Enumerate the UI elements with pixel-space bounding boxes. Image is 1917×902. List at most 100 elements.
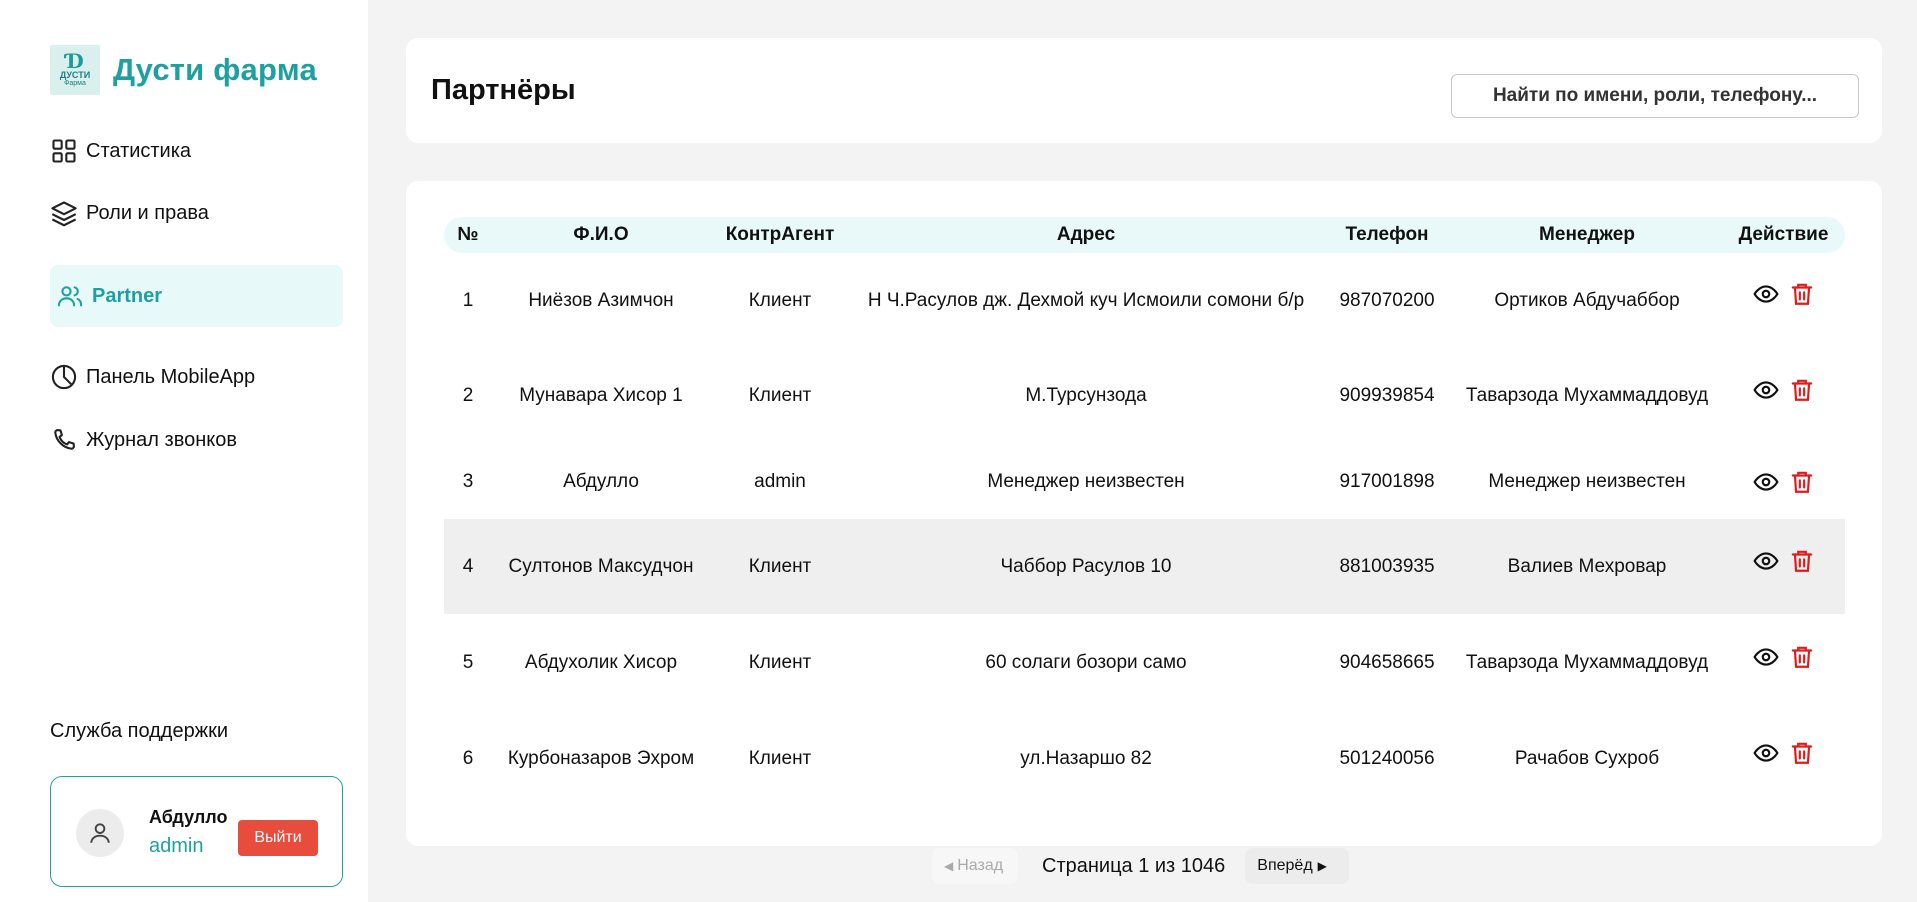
logo-mark-icon: Ɗ	[66, 49, 84, 73]
delete-trash-icon[interactable]	[1789, 644, 1815, 670]
cell-phone: 917001898	[1339, 471, 1435, 492]
partners-table-card: № Ф.И.О КонтрАгент Адрес Телефон Менедже…	[406, 181, 1882, 846]
triangle-right-icon: ▶	[1317, 859, 1327, 873]
layers-icon	[51, 201, 77, 227]
cell-type: Клиент	[710, 519, 850, 614]
table-row[interactable]: 3 Абдулло admin Менеджер неизвестен 9170…	[444, 444, 1845, 519]
column-header-phone: Телефон	[1322, 217, 1452, 253]
sidebar-item-partner[interactable]: Partner	[50, 265, 343, 327]
cell-name: Абдухолик Хисор	[524, 652, 678, 673]
cell-name: Мунавара Хисор 1	[519, 385, 683, 406]
delete-trash-icon[interactable]	[1789, 377, 1815, 403]
cell-address: ул.Назаршо 82	[1020, 748, 1152, 769]
partners-table: № Ф.И.О КонтрАгент Адрес Телефон Менедже…	[444, 217, 1845, 806]
cell-address: Н Ч.Расулов дж. Дехмой куч Исмоили сомон…	[867, 289, 1305, 311]
column-header-manager: Менеджер	[1452, 217, 1722, 253]
view-eye-icon[interactable]	[1752, 740, 1779, 766]
column-header-number: №	[444, 217, 492, 253]
cell-type: Клиент	[748, 748, 812, 769]
cell-manager: Рачабов Сухроб	[1514, 748, 1660, 769]
pagination: ◀ Назад Страница 1 из 1046 Вперёд ▶	[932, 848, 1350, 884]
sidebar-item-call-log[interactable]: Журнал звонков	[50, 426, 343, 454]
cell-actions	[1722, 347, 1845, 444]
cell-type: Клиент	[748, 385, 812, 406]
cell-actions	[1722, 444, 1845, 519]
cell-actions	[1722, 711, 1845, 806]
cell-number: 4	[444, 519, 492, 614]
sidebar-item-statistics[interactable]: Статистика	[50, 137, 343, 165]
prev-page-button[interactable]: ◀ Назад	[932, 848, 1018, 884]
view-eye-icon[interactable]	[1752, 469, 1779, 495]
logout-button[interactable]: Выйти	[238, 820, 318, 856]
prev-page-label: Назад	[957, 857, 1004, 874]
sidebar-item-mobileapp[interactable]: Панель MobileApp	[50, 363, 343, 391]
cell-type: Клиент	[748, 289, 812, 311]
phone-icon	[54, 429, 75, 450]
view-eye-icon[interactable]	[1752, 377, 1779, 403]
view-eye-icon[interactable]	[1752, 548, 1779, 574]
cell-manager: Ортиков Абдучаббор	[1494, 289, 1680, 311]
cell-address: 60 солаги бозори само	[985, 652, 1187, 673]
pie-chart-icon	[51, 364, 77, 390]
next-page-label: Вперёд	[1257, 857, 1313, 874]
cell-phone: 881003935	[1322, 519, 1452, 614]
column-header-action: Действие	[1722, 217, 1845, 253]
view-eye-icon[interactable]	[1752, 281, 1779, 307]
cell-number: 3	[462, 471, 474, 492]
logo: Ɗ ДУСТИ Фарма	[50, 45, 100, 95]
sidebar: Ɗ ДУСТИ Фарма Дусти фарма Статистика Рол…	[0, 0, 368, 902]
cell-name: Султонов Максудчон	[492, 519, 710, 614]
table-row[interactable]: 1 Ниёзов Азимчон Клиент Н Ч.Расулов дж. …	[444, 253, 1845, 347]
table-row[interactable]: 5 Абдухолик Хисор Клиент 60 солаги бозор…	[444, 614, 1845, 711]
user-name: Абдулло	[149, 807, 228, 827]
delete-trash-icon[interactable]	[1789, 740, 1815, 766]
table-header-row: № Ф.И.О КонтрАгент Адрес Телефон Менедже…	[444, 217, 1845, 253]
delete-trash-icon[interactable]	[1789, 469, 1815, 495]
support-link[interactable]: Служба поддержки	[50, 720, 228, 743]
column-header-name: Ф.И.О	[492, 217, 710, 253]
cell-phone: 501240056	[1339, 748, 1435, 769]
grid-icon	[52, 139, 76, 163]
column-header-address: Адрес	[850, 217, 1322, 253]
brand[interactable]: Ɗ ДУСТИ Фарма Дусти фарма	[50, 45, 317, 95]
cell-address: Менеджер неизвестен	[987, 471, 1185, 492]
delete-trash-icon[interactable]	[1789, 548, 1815, 574]
next-page-button[interactable]: Вперёд ▶	[1245, 848, 1350, 884]
page-title: Партнёры	[431, 74, 576, 106]
cell-name: Ниёзов Азимчон	[528, 289, 674, 311]
table-row[interactable]: 2 Мунавара Хисор 1 Клиент М.Турсунзода 9…	[444, 347, 1845, 444]
cell-name: Курбоназаров Эхром	[507, 748, 695, 769]
cell-actions	[1722, 519, 1845, 614]
column-header-type: КонтрАгент	[710, 217, 850, 253]
sidebar-item-label: Панель MobileApp	[86, 365, 256, 388]
sidebar-item-roles[interactable]: Роли и права	[50, 199, 343, 227]
cell-number: 1	[462, 289, 474, 311]
cell-manager: Таварзода Мухаммаддовуд	[1465, 652, 1709, 673]
cell-type: Клиент	[748, 652, 812, 673]
cell-type: admin	[754, 471, 806, 492]
cell-number: 6	[462, 748, 474, 769]
brand-name: Дусти фарма	[113, 52, 317, 87]
users-icon	[57, 286, 83, 307]
cell-address: М.Турсунзода	[1025, 385, 1147, 406]
cell-phone: 987070200	[1339, 289, 1435, 311]
avatar	[76, 809, 124, 857]
cell-manager: Валиев Мехровар	[1452, 519, 1722, 614]
sidebar-item-label: Журнал звонков	[86, 428, 237, 451]
sidebar-item-label: Partner	[92, 284, 163, 307]
delete-trash-icon[interactable]	[1789, 281, 1815, 307]
page-indicator: Страница 1 из 1046	[1042, 854, 1226, 877]
search-input[interactable]	[1451, 74, 1859, 118]
logo-subtext: Фарма	[64, 80, 86, 87]
user-icon	[90, 823, 110, 843]
cell-address: Чаббор Расулов 10	[850, 519, 1322, 614]
sidebar-item-label: Роли и права	[86, 201, 209, 224]
user-role: admin	[149, 835, 204, 857]
table-row[interactable]: 4 Султонов Максудчон Клиент Чаббор Расул…	[444, 519, 1845, 614]
user-card: Абдулло admin Выйти	[50, 776, 343, 887]
cell-name: Абдулло	[563, 471, 639, 492]
view-eye-icon[interactable]	[1752, 644, 1779, 670]
table-row[interactable]: 6 Курбоназаров Эхром Клиент ул.Назаршо 8…	[444, 711, 1845, 806]
cell-number: 2	[462, 385, 474, 406]
triangle-left-icon: ◀	[944, 859, 954, 873]
